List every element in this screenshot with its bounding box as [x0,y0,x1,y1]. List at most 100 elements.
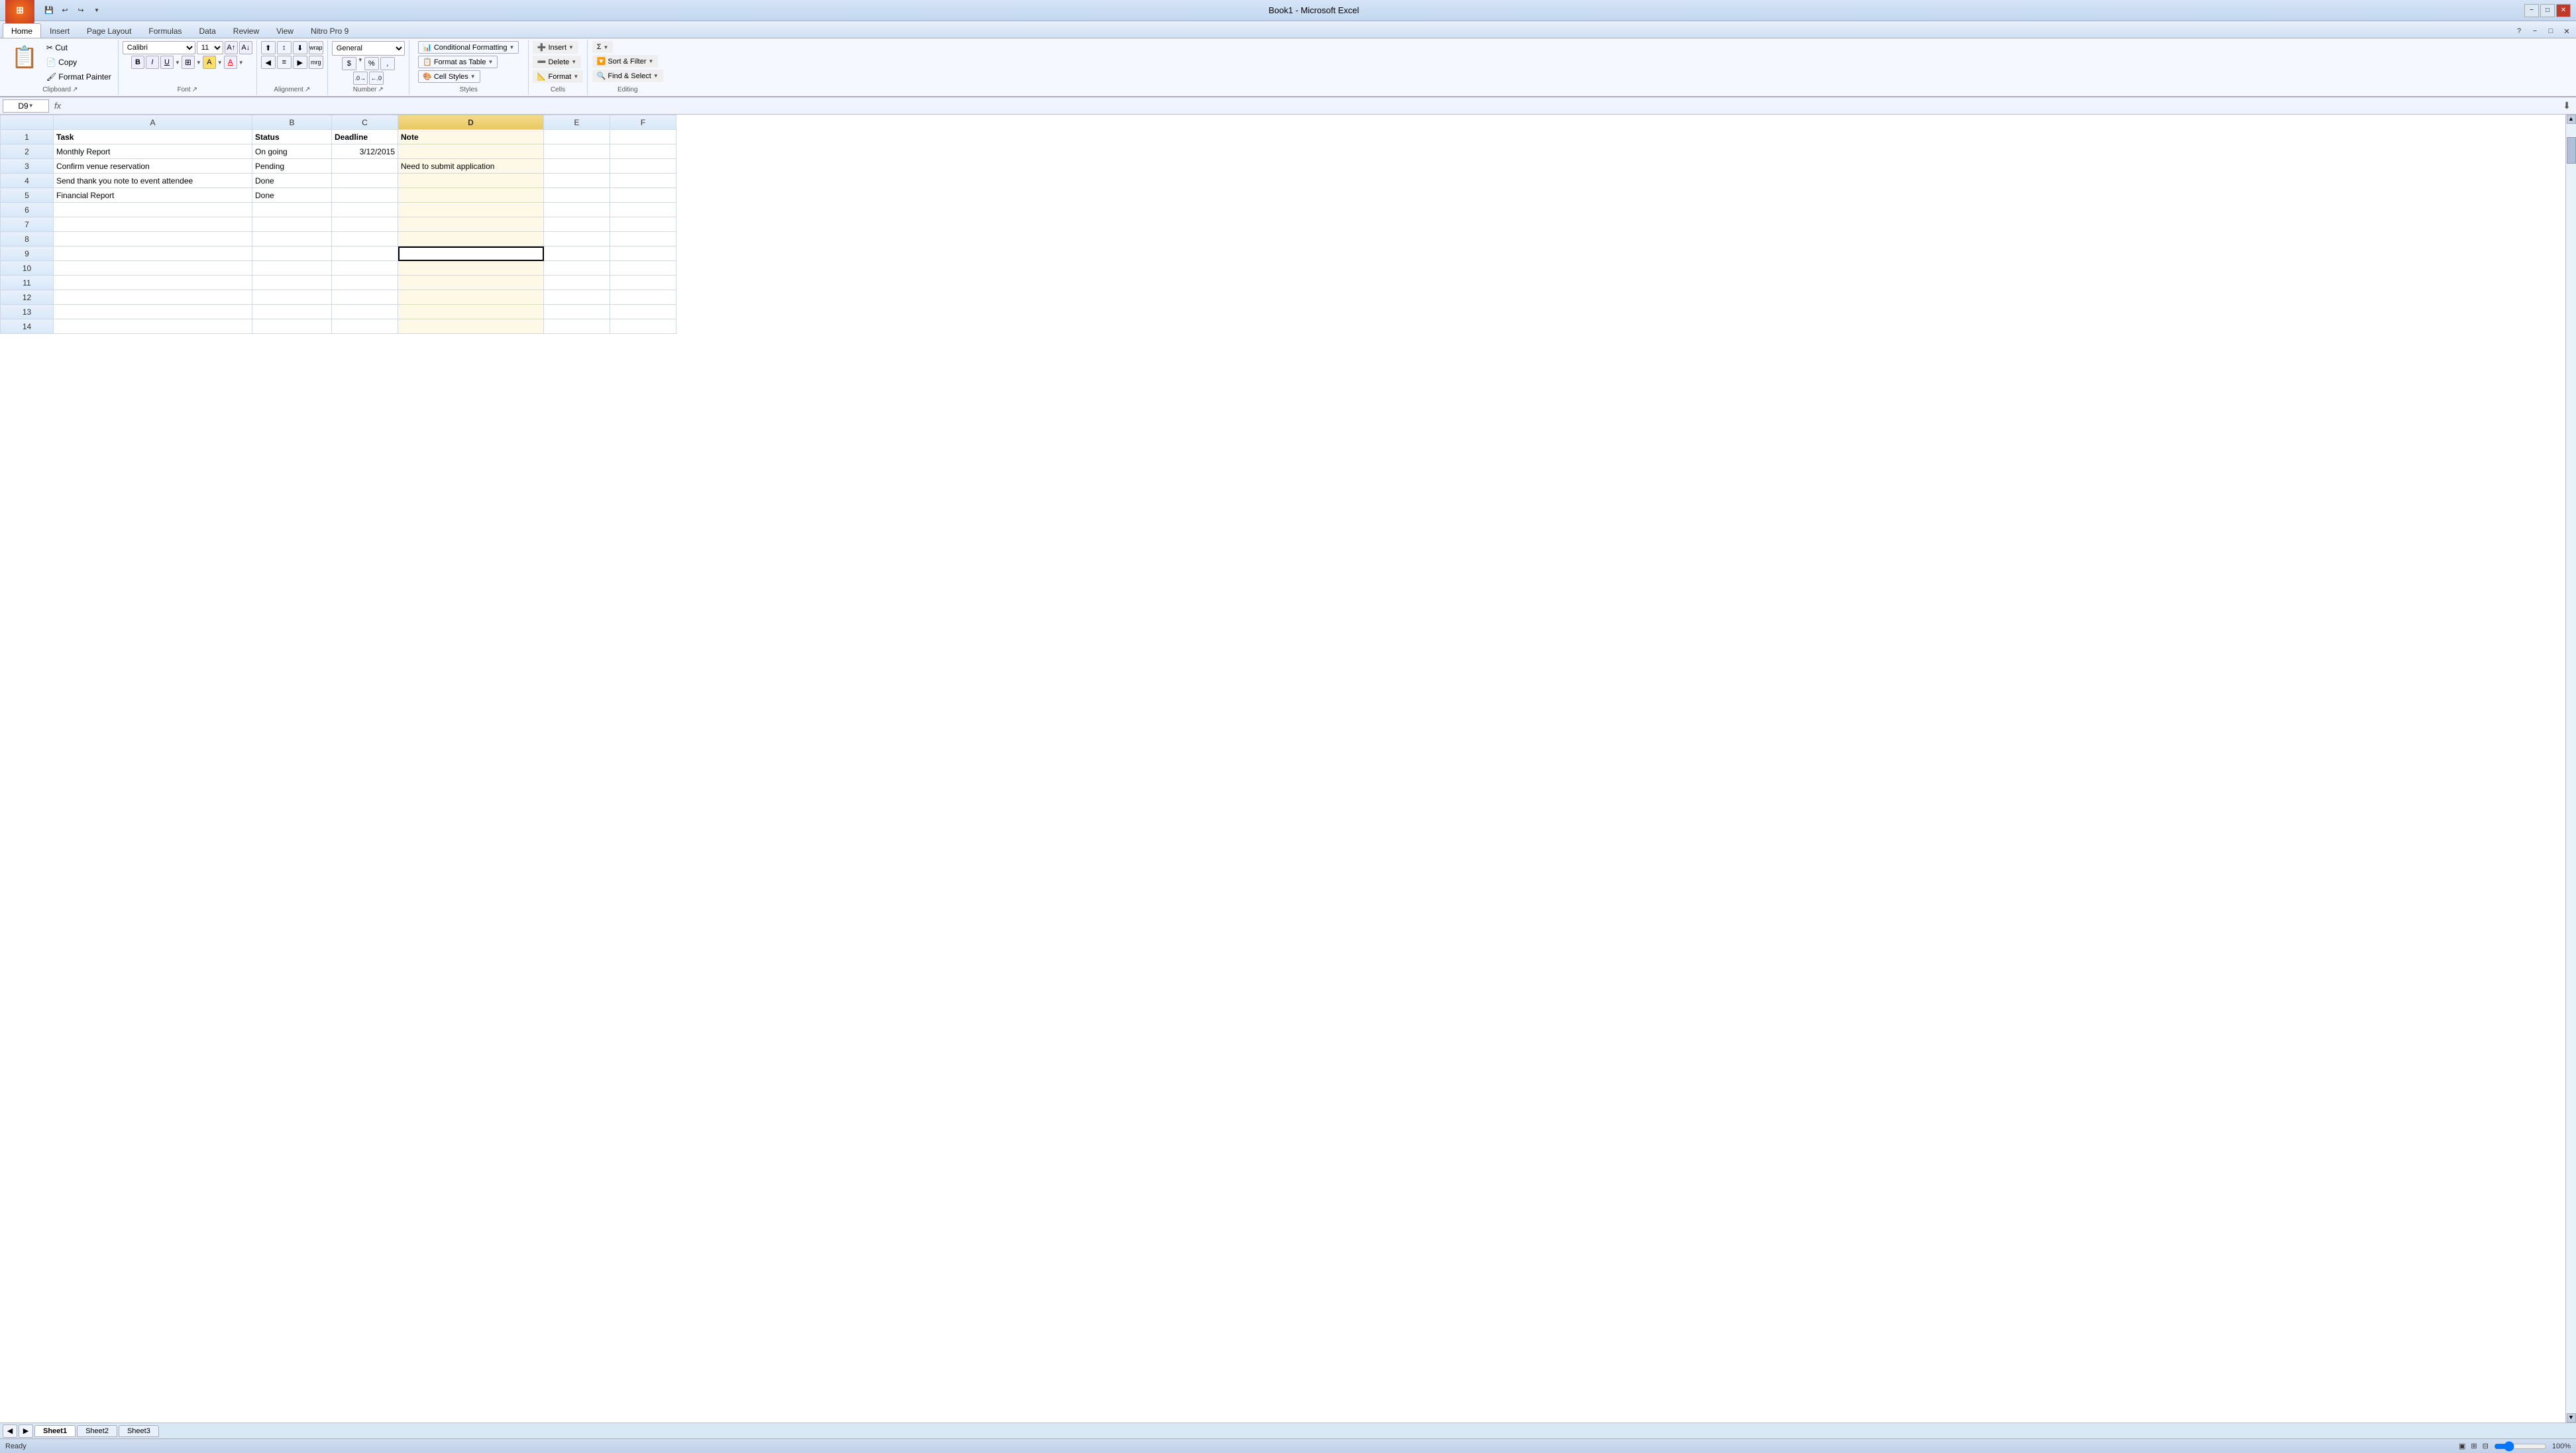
cell-A3[interactable]: Confirm venue reservation [54,159,252,174]
cell-C13[interactable] [332,305,398,319]
cell-F11[interactable] [610,276,676,290]
cell-A8[interactable] [54,232,252,246]
cell-E8[interactable] [544,232,610,246]
cell-A6[interactable] [54,203,252,217]
merge-btn[interactable]: mrg [309,56,323,69]
ribbon-restore-btn[interactable]: □ [2544,25,2557,38]
increase-decimal-btn[interactable]: .0→ [353,72,368,85]
cell-B3[interactable]: Pending [252,159,332,174]
cell-D9[interactable] [398,246,544,261]
tab-insert[interactable]: Insert [41,23,78,38]
sort-filter-btn[interactable]: 🔽 Sort & Filter ▼ [592,55,659,68]
cell-C11[interactable] [332,276,398,290]
fs-dropdown[interactable]: ▼ [653,73,659,79]
cell-A11[interactable] [54,276,252,290]
quick-access-dropdown[interactable]: ▼ [90,4,103,17]
cell-B2[interactable]: On going [252,144,332,159]
cell-E10[interactable] [544,261,610,276]
cell-D11[interactable] [398,276,544,290]
cell-B7[interactable] [252,217,332,232]
font-size-select[interactable]: 11 [197,41,223,54]
fat-dropdown[interactable]: ▼ [488,59,494,65]
office-button[interactable]: ⊞ [5,0,34,25]
align-middle-btn[interactable]: ↕ [277,41,292,54]
cell-reference-box[interactable]: D9 ▼ [3,99,49,113]
cell-F7[interactable] [610,217,676,232]
cell-D6[interactable] [398,203,544,217]
cf-dropdown[interactable]: ▼ [510,44,515,50]
cell-A12[interactable] [54,290,252,305]
cell-B5[interactable]: Done [252,188,332,203]
formula-expand-btn[interactable]: ⬇ [2560,100,2573,111]
cell-B1[interactable]: Status [252,130,332,144]
cell-E2[interactable] [544,144,610,159]
fill-dropdown[interactable]: ▼ [217,60,223,66]
sf-dropdown[interactable]: ▼ [649,58,654,64]
cell-D5[interactable] [398,188,544,203]
cell-C10[interactable] [332,261,398,276]
cell-A13[interactable] [54,305,252,319]
cell-D14[interactable] [398,319,544,334]
clipboard-expand-icon[interactable]: ↗ [72,86,78,93]
border-button[interactable]: ⊞ [182,56,195,69]
save-quick-btn[interactable]: 💾 [42,4,56,17]
tab-formulas[interactable]: Formulas [140,23,190,38]
align-top-btn[interactable]: ⬆ [261,41,276,54]
cell-D4[interactable] [398,174,544,188]
font-color-dropdown[interactable]: ▼ [239,60,244,66]
decrease-decimal-btn[interactable]: ←.0 [369,72,384,85]
cell-C1[interactable]: Deadline [332,130,398,144]
cell-E11[interactable] [544,276,610,290]
scroll-thumb[interactable] [2567,137,2576,164]
underline-button[interactable]: U [160,56,174,69]
cell-F8[interactable] [610,232,676,246]
cell-E6[interactable] [544,203,610,217]
cell-C8[interactable] [332,232,398,246]
tab-review[interactable]: Review [225,23,268,38]
number-expand-icon[interactable]: ↗ [378,86,383,93]
cell-A14[interactable] [54,319,252,334]
cell-A9[interactable] [54,246,252,261]
cell-E12[interactable] [544,290,610,305]
alignment-expand-icon[interactable]: ↗ [305,86,310,93]
format-dropdown[interactable]: ▼ [573,74,578,80]
format-btn[interactable]: 📐 Format ▼ [533,70,583,83]
font-color-button[interactable]: A [224,56,237,69]
align-right-btn[interactable]: ▶ [293,56,307,69]
cell-A2[interactable]: Monthly Report [54,144,252,159]
italic-button[interactable]: I [146,56,159,69]
col-header-E[interactable]: E [544,115,610,130]
delete-dropdown[interactable]: ▼ [571,59,576,65]
cell-D12[interactable] [398,290,544,305]
cell-B11[interactable] [252,276,332,290]
paste-button[interactable]: 📋 [7,41,42,73]
cell-D3[interactable]: Need to submit application [398,159,544,174]
insert-btn[interactable]: ➕ Insert ▼ [533,41,578,54]
zoom-slider[interactable] [2494,1441,2547,1452]
percent-btn[interactable]: % [364,57,379,70]
cell-C4[interactable] [332,174,398,188]
tab-page-layout[interactable]: Page Layout [78,23,140,38]
scroll-down-btn[interactable]: ▼ [2567,1413,2576,1423]
cell-C6[interactable] [332,203,398,217]
cell-B9[interactable] [252,246,332,261]
minimize-btn[interactable]: − [2524,4,2539,17]
cell-F1[interactable] [610,130,676,144]
cell-B4[interactable]: Done [252,174,332,188]
decrease-font-btn[interactable]: A↓ [239,41,252,54]
currency-dropdown[interactable]: ▼ [358,57,363,70]
scroll-track[interactable] [2566,124,2576,1413]
bold-button[interactable]: B [131,56,144,69]
cell-B14[interactable] [252,319,332,334]
delete-btn[interactable]: ➖ Delete ▼ [533,56,581,68]
cell-D1[interactable]: Note [398,130,544,144]
cell-F4[interactable] [610,174,676,188]
cell-D8[interactable] [398,232,544,246]
cell-E3[interactable] [544,159,610,174]
corner-header[interactable] [1,115,54,130]
cell-C14[interactable] [332,319,398,334]
cell-F13[interactable] [610,305,676,319]
autosum-dropdown[interactable]: ▼ [604,44,609,50]
cell-A1[interactable]: Task [54,130,252,144]
align-bottom-btn[interactable]: ⬇ [293,41,307,54]
